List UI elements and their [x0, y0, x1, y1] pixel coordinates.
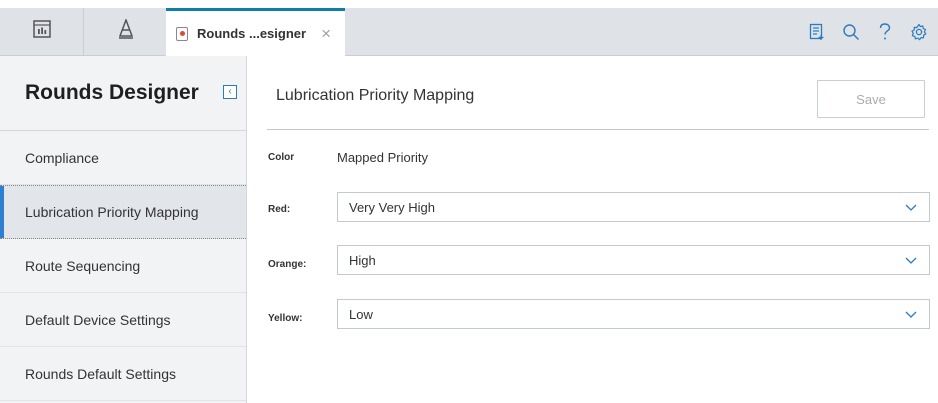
column-header-color: Color	[268, 152, 295, 163]
tab-bar: Rounds ...esigner ×	[0, 8, 938, 56]
sidebar-item-label: Lubrication Priority Mapping	[25, 204, 199, 220]
select-value: Low	[349, 306, 373, 322]
sidebar-item-label: Default Device Settings	[25, 311, 171, 328]
document-icon	[176, 26, 188, 41]
tab-label: Rounds ...esigner	[197, 26, 307, 41]
top-strip	[0, 0, 938, 8]
orange-priority-select[interactable]: High	[337, 245, 930, 275]
sidebar-item-label: Rounds Default Settings	[25, 365, 176, 382]
tab-rounds-designer[interactable]: Rounds ...esigner ×	[166, 8, 345, 56]
collapse-sidebar-icon[interactable]: ‹	[223, 85, 237, 99]
row-label-red: Red:	[268, 204, 291, 215]
row-label-orange: Orange:	[268, 259, 307, 270]
tab-hierarchy[interactable]	[84, 8, 168, 55]
tab-dashboard[interactable]	[0, 8, 84, 55]
chevron-down-icon	[905, 201, 917, 216]
toolbar-icons	[802, 8, 938, 55]
dashboard-icon	[32, 20, 51, 43]
select-value: Very Very High	[349, 199, 435, 215]
save-button[interactable]: Save	[817, 80, 925, 118]
red-priority-select[interactable]: Very Very High	[337, 192, 930, 222]
sidebar-item-lubrication-priority-mapping[interactable]: Lubrication Priority Mapping	[0, 185, 246, 239]
sidebar-item-label: Compliance	[25, 149, 99, 166]
hierarchy-icon	[116, 17, 136, 44]
main-panel: Lubrication Priority Mapping Save Color …	[248, 56, 938, 403]
sidebar-item-rounds-default-settings[interactable]: Rounds Default Settings	[0, 347, 246, 401]
settings-icon[interactable]	[904, 17, 934, 47]
yellow-priority-select[interactable]: Low	[337, 299, 930, 329]
clipboard-icon[interactable]	[802, 17, 832, 47]
search-icon[interactable]	[836, 17, 866, 47]
chevron-down-icon	[905, 308, 917, 323]
sidebar-item-route-sequencing[interactable]: Route Sequencing	[0, 239, 246, 293]
sidebar-item-default-device-settings[interactable]: Default Device Settings	[0, 293, 246, 347]
divider	[267, 129, 929, 130]
column-header-mapped-priority: Mapped Priority	[337, 150, 429, 165]
select-value: High	[349, 252, 376, 268]
close-icon[interactable]: ×	[321, 25, 331, 42]
sidebar-item-label: Route Sequencing	[25, 257, 141, 274]
sidebar-item-compliance[interactable]: Compliance	[0, 131, 246, 185]
chevron-down-icon	[905, 254, 917, 269]
sidebar-title: Rounds Designer	[25, 81, 199, 104]
page-title: Lubrication Priority Mapping	[276, 87, 475, 104]
row-label-yellow: Yellow:	[268, 313, 303, 324]
sidebar-header: Rounds Designer ‹	[0, 56, 246, 131]
sidebar: Rounds Designer ‹ Compliance Lubrication…	[0, 56, 247, 403]
help-icon[interactable]	[870, 17, 900, 47]
